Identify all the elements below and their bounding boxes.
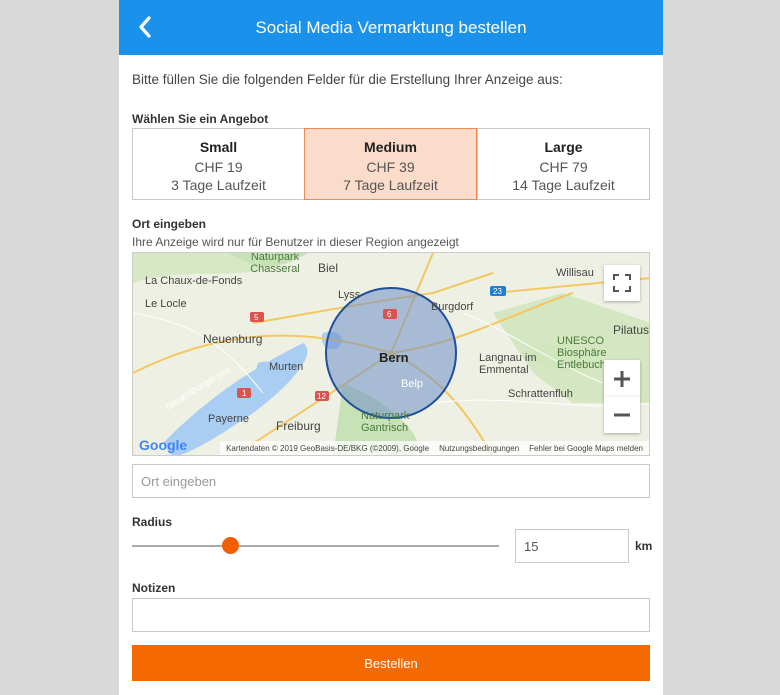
map-attribution: Kartendaten © 2019 GeoBasis-DE/BKG (©200… [226, 443, 430, 453]
offer-name: Large [544, 139, 583, 155]
notes-label: Notizen [132, 581, 176, 595]
radius-label: Radius [132, 515, 173, 529]
map-place-label: Burgdorf [431, 301, 474, 313]
map-place-label: Le Locle [145, 298, 187, 310]
map-place-label: Payerne [208, 413, 249, 425]
offer-name: Small [199, 139, 238, 155]
road-shield-label: 1 [242, 389, 247, 398]
offer-price: CHF 39 [366, 159, 415, 175]
map-place-label: UNESCO Biosphäre Entlebuch [557, 335, 607, 371]
radius-unit: km [635, 539, 653, 553]
page-title: Social Media Vermarktung bestellen [255, 17, 527, 37]
back-arrow-icon[interactable] [133, 14, 159, 40]
region-map[interactable]: 5 6 23 1 12 La Chaux-de-Fonds Naturpark … [132, 252, 650, 456]
map-place-label: Lyss [338, 289, 361, 301]
zoom-out-button[interactable] [604, 397, 640, 433]
map-attribution-bar: Kartendaten © 2019 GeoBasis-DE/BKG (©200… [220, 441, 649, 455]
map-place-label: Neuenburg [203, 332, 263, 346]
offer-duration: 14 Tage Laufzeit [512, 177, 615, 193]
terms-link[interactable]: Nutzungsbedingungen [439, 444, 519, 453]
location-input[interactable]: Ort eingeben [132, 464, 650, 498]
map-place-label: Willisau [556, 267, 594, 279]
map-place-label: Naturpark Gantrisch [361, 410, 410, 434]
location-hint: Ihre Anzeige wird nur für Benutzer in di… [132, 235, 459, 249]
offer-selector: Small CHF 19 3 Tage Laufzeit Medium CHF … [132, 128, 650, 200]
zoom-in-button[interactable] [604, 360, 640, 397]
map-place-label: Bern [379, 350, 409, 365]
map-place-label: Langnau im Emmental [479, 352, 537, 376]
offer-price: CHF 79 [539, 159, 588, 175]
road-shield-label: 5 [254, 313, 259, 322]
radius-input[interactable]: 15 [515, 529, 629, 563]
offer-medium[interactable]: Medium CHF 39 7 Tage Laufzeit [304, 128, 477, 200]
fullscreen-icon [613, 274, 631, 292]
offer-duration: 3 Tage Laufzeit [171, 177, 266, 193]
map-place-label: Belp [401, 378, 424, 390]
map-place-label: Freiburg [276, 419, 321, 433]
plus-icon [614, 370, 630, 387]
map-place-label: Pilatus [613, 323, 650, 337]
offer-label: Wählen Sie ein Angebot [132, 112, 269, 126]
road-shield-label: 12 [317, 392, 326, 401]
google-logo: Google [139, 437, 188, 453]
map-place-label: Naturpark Chasseral [250, 252, 300, 275]
road-shield-label: 6 [387, 310, 392, 319]
order-panel: Social Media Vermarktung bestellen Bitte… [119, 0, 663, 695]
intro-text: Bitte füllen Sie die folgenden Felder fü… [132, 72, 563, 87]
offer-price: CHF 19 [194, 159, 243, 175]
minus-icon [614, 413, 630, 417]
map-place-label: Biel [318, 261, 339, 275]
offer-small[interactable]: Small CHF 19 3 Tage Laufzeit [133, 129, 304, 199]
report-error-link[interactable]: Fehler bei Google Maps melden [529, 444, 643, 453]
road-shield-label: 23 [493, 287, 502, 296]
fullscreen-button[interactable] [604, 265, 640, 301]
order-button[interactable]: Bestellen [132, 645, 650, 681]
location-label: Ort eingeben [132, 217, 207, 231]
map-place-label: La Chaux-de-Fonds [145, 275, 243, 287]
offer-large[interactable]: Large CHF 79 14 Tage Laufzeit [477, 129, 649, 199]
radius-slider-thumb[interactable] [222, 537, 239, 554]
offer-duration: 7 Tage Laufzeit [343, 177, 438, 193]
offer-name: Medium [364, 139, 417, 155]
map-place-label: Murten [269, 361, 304, 373]
notes-input[interactable] [132, 598, 650, 632]
radius-slider-track[interactable] [132, 545, 499, 547]
map-place-label: Schrattenfluh [508, 388, 573, 400]
header-bar: Social Media Vermarktung bestellen [119, 0, 663, 55]
